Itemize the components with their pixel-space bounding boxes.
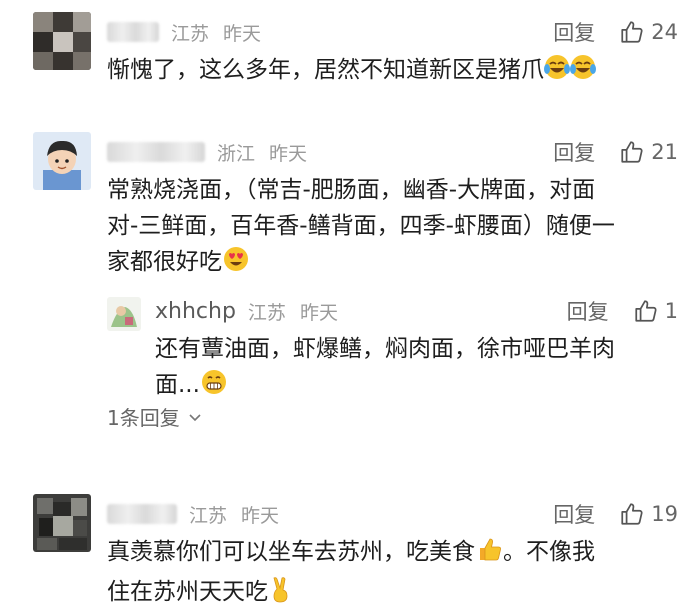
- laughing-tears-emoji: [544, 53, 596, 92]
- comment-text-line: 对-三鲜面，百年香-鳝背面，四季-虾腰面）随便一: [107, 213, 615, 239]
- like-count: 24: [651, 20, 678, 44]
- thumbs-up-emoji: [475, 535, 503, 574]
- timestamp: 昨天: [223, 22, 262, 45]
- avatar[interactable]: [33, 494, 91, 552]
- thumbs-up-icon: [621, 141, 643, 163]
- comment-actions: 回复 19: [553, 498, 678, 530]
- like-button[interactable]: 21: [619, 139, 678, 165]
- comment-1: 江苏 昨天 回复 24 惭愧了，这么多年，居然不知道新区是猪爪: [0, 0, 700, 110]
- like-count: 1: [664, 299, 678, 323]
- reply-button[interactable]: 回复: [553, 17, 595, 47]
- comment-text-line: 住在苏州天天吃: [107, 574, 687, 614]
- reply-avatar[interactable]: [107, 297, 141, 331]
- avatar[interactable]: [33, 132, 91, 190]
- like-count: 19: [651, 502, 678, 526]
- comment-text: 真羡慕你们可以坐车去苏州，吃美食 。不像我 住在苏州天天吃: [107, 534, 687, 614]
- show-replies-toggle[interactable]: 1条回复: [107, 402, 202, 431]
- comment-actions: 回复 21: [553, 136, 678, 168]
- comment-actions: 回复 24: [553, 16, 678, 48]
- comment-text-line: 常熟烧浇面，（常吉-肥肠面，幽香-大牌面，对面: [107, 177, 596, 203]
- like-button[interactable]: 1: [633, 298, 678, 324]
- timestamp: 昨天: [241, 504, 280, 527]
- chevron-down-icon: [189, 413, 201, 421]
- heart-eyes-emoji: [222, 245, 250, 284]
- location: 江苏: [189, 504, 228, 527]
- reply-text-line: 还有蕈油面，虾爆鳝，焖肉面，徐市哑巴羊肉: [155, 336, 615, 362]
- like-count: 21: [651, 140, 678, 164]
- location: 江苏: [171, 22, 210, 45]
- reply-button[interactable]: 回复: [567, 296, 609, 326]
- timestamp: 昨天: [269, 142, 308, 165]
- blurred-username: [107, 142, 205, 162]
- timestamp: 昨天: [299, 301, 338, 324]
- reply-button[interactable]: 回复: [553, 137, 595, 167]
- thumbs-up-icon: [621, 21, 643, 43]
- comment-text: 惭愧了，这么多年，居然不知道新区是猪爪: [107, 52, 596, 92]
- comment-text-line: 真羡慕你们可以坐车去苏州，吃美食 。不像我: [107, 534, 687, 574]
- like-button[interactable]: 19: [619, 501, 678, 527]
- avatar[interactable]: [33, 12, 91, 70]
- comment-meta: 江苏 昨天: [107, 16, 261, 48]
- grinning-emoji: [200, 368, 228, 407]
- reply-username[interactable]: xhhchp: [155, 299, 236, 324]
- location: 浙江: [217, 142, 256, 165]
- blurred-username: [107, 504, 177, 524]
- reply-meta: xhhchp 江苏 昨天: [155, 295, 338, 327]
- comment-text-line: 家都很好吃: [107, 244, 687, 284]
- thumbs-up-icon: [635, 300, 657, 322]
- comment-meta: 江苏 昨天: [107, 498, 279, 530]
- reply-button[interactable]: 回复: [553, 499, 595, 529]
- victory-hand-emoji: [268, 575, 296, 614]
- location: 江苏: [247, 301, 286, 324]
- comment-meta: 浙江 昨天: [107, 136, 307, 168]
- thumbs-up-icon: [621, 503, 643, 525]
- reply-text: 还有蕈油面，虾爆鳝，焖肉面，徐市哑巴羊肉 面...: [155, 331, 675, 407]
- reply-actions: 回复 1: [567, 295, 678, 327]
- comment-text: 常熟烧浇面，（常吉-肥肠面，幽香-大牌面，对面 对-三鲜面，百年香-鳝背面，四季…: [107, 172, 687, 284]
- like-button[interactable]: 24: [619, 19, 678, 45]
- blurred-username: [107, 22, 159, 42]
- reply-text-line: 面...: [155, 367, 675, 407]
- replies-count-label: 1条回复: [107, 406, 180, 430]
